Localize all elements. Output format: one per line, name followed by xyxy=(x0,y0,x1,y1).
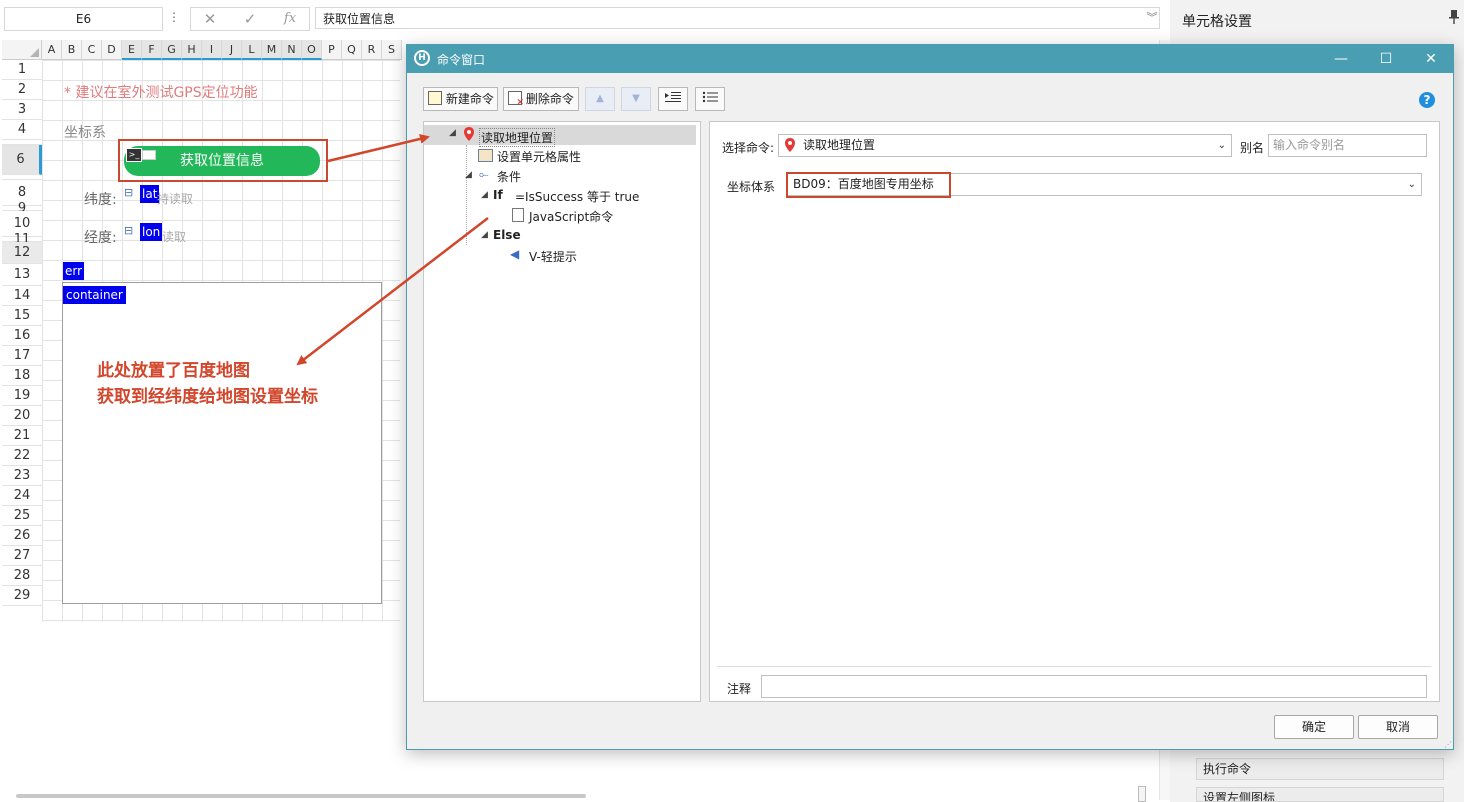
arrow-to-map xyxy=(296,217,489,366)
arrow-to-tree xyxy=(327,134,430,163)
annotation-arrows xyxy=(296,134,489,366)
